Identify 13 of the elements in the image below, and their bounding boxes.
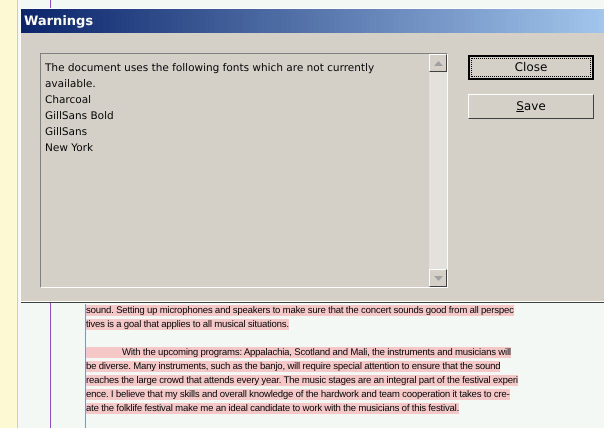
scroll-up-button[interactable] — [429, 54, 447, 72]
scroll-down-button[interactable] — [429, 269, 447, 287]
close-button[interactable]: Close — [468, 55, 594, 80]
message-line: New York — [45, 141, 94, 156]
up-arrow-icon — [434, 60, 442, 66]
message-line: GillSans Bold — [45, 109, 115, 124]
down-arrow-icon — [434, 276, 442, 280]
message-line: Charcoal — [45, 93, 92, 108]
window-title: Warnings — [24, 14, 94, 28]
scrollbar[interactable] — [429, 54, 447, 287]
save-button[interactable]: Save — [468, 94, 594, 119]
message-line: GillSans — [45, 125, 88, 140]
message-line: The document uses the following fonts which are not currently available. — [45, 61, 376, 92]
